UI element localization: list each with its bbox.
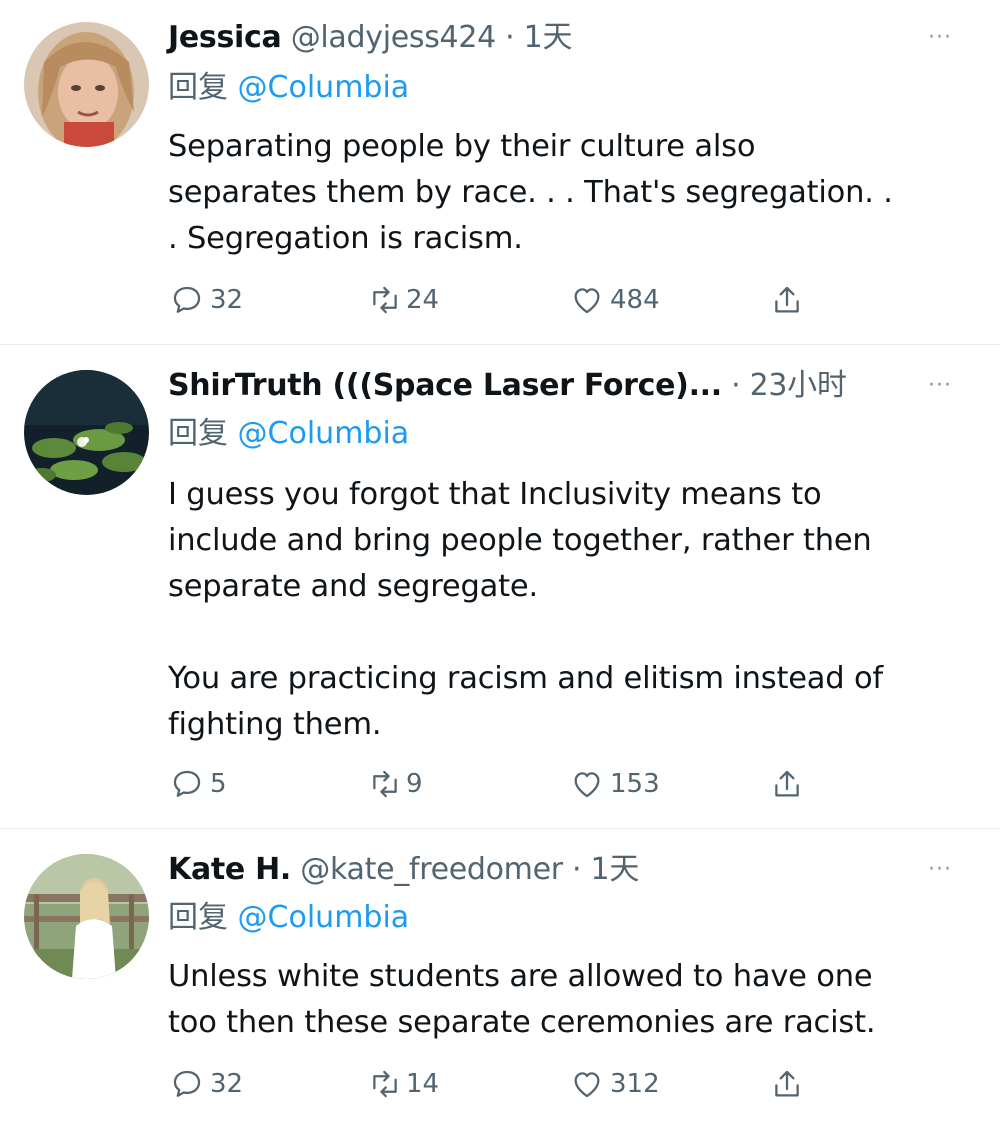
retweet-count: 14 (406, 1069, 440, 1099)
share-button[interactable] (770, 280, 804, 320)
like-button[interactable]: 153 (570, 764, 660, 804)
tweet[interactable]: Jessica @ladyjess424 · 1天 ··· 回复 @Columb… (0, 18, 1000, 338)
reply-count: 32 (210, 1069, 244, 1099)
timestamp[interactable]: 1天 (591, 852, 640, 887)
reply-context: 回复 @Columbia (168, 68, 409, 108)
avatar-image (24, 22, 149, 147)
retweet-count: 9 (406, 769, 423, 799)
avatar[interactable] (24, 370, 149, 495)
divider (0, 828, 1000, 829)
display-name[interactable]: Jessica (168, 20, 282, 55)
share-button[interactable] (770, 764, 804, 804)
speech-bubble-icon (173, 286, 201, 313)
retweet-count: 24 (406, 285, 440, 315)
tweet-text: Unless white students are allowed to hav… (168, 954, 876, 1046)
divider (0, 344, 1000, 345)
share-button[interactable] (770, 1064, 804, 1104)
mention-link[interactable]: @Columbia (238, 900, 410, 935)
text-line: too then these separate ceremonies are r… (168, 1005, 876, 1040)
avatar-image (24, 370, 149, 495)
text-line: separates them by race. . . That's segre… (168, 175, 893, 210)
share-upload-icon (775, 286, 799, 313)
avatar[interactable] (24, 854, 149, 979)
reply-context: 回复 @Columbia (168, 898, 409, 938)
tweet-header: Jessica @ladyjess424 · 1天 (168, 18, 572, 58)
separator: · (572, 852, 582, 887)
retweet-button[interactable]: 24 (368, 280, 439, 320)
reply-context: 回复 @Columbia (168, 414, 409, 454)
reply-button[interactable]: 5 (170, 764, 227, 804)
timestamp[interactable]: 23小时 (750, 368, 847, 403)
separator: · (505, 20, 515, 55)
text-line: . Segregation is racism. (168, 221, 523, 256)
user-handle[interactable]: @ladyjess424 (291, 20, 497, 55)
text-line: separate and segregate. (168, 569, 538, 604)
avatar[interactable] (24, 22, 149, 147)
display-name[interactable]: Kate H. (168, 852, 291, 887)
speech-bubble-icon (173, 770, 201, 797)
more-dots-icon[interactable]: ··· (928, 18, 952, 58)
display-name[interactable]: ShirTruth (((Space Laser Force)... (168, 368, 722, 403)
reply-prefix: 回复 (168, 900, 228, 935)
retweet-arrows-icon (373, 770, 397, 798)
tweet-text: I guess you forgot that Inclusivity mean… (168, 472, 883, 748)
tweet-text: Separating people by their culture also … (168, 124, 893, 262)
text-line: I guess you forgot that Inclusivity mean… (168, 477, 822, 512)
retweet-arrows-icon (373, 286, 397, 314)
text-line: Unless white students are allowed to hav… (168, 959, 873, 994)
tweet-header: Kate H. @kate_freedomer · 1天 (168, 850, 639, 890)
like-count: 484 (610, 285, 660, 315)
share-upload-icon (775, 1070, 799, 1097)
reply-prefix: 回复 (168, 416, 228, 451)
text-line: You are practicing racism and elitism in… (168, 661, 883, 696)
tweet-header: ShirTruth (((Space Laser Force)... · 23小… (168, 366, 908, 406)
retweet-button[interactable]: 14 (368, 1064, 439, 1104)
tweet[interactable]: ShirTruth (((Space Laser Force)... · 23小… (0, 366, 1000, 811)
like-button[interactable]: 312 (570, 1064, 660, 1104)
reply-button[interactable]: 32 (170, 1064, 243, 1104)
text-line: Separating people by their culture also (168, 129, 756, 164)
timestamp[interactable]: 1天 (524, 20, 573, 55)
reply-count: 32 (210, 285, 244, 315)
like-count: 153 (610, 769, 660, 799)
like-count: 312 (610, 1069, 660, 1099)
retweet-arrows-icon (373, 1070, 397, 1098)
text-line: include and bring people together, rathe… (168, 523, 872, 558)
reply-count: 5 (210, 769, 227, 799)
separator: · (731, 368, 741, 403)
reply-prefix: 回复 (168, 70, 228, 105)
tweet[interactable]: Kate H. @kate_freedomer · 1天 ··· 回复 @Col… (0, 850, 1000, 1120)
speech-bubble-icon (173, 1070, 201, 1097)
more-dots-icon[interactable]: ··· (928, 366, 952, 406)
mention-link[interactable]: @Columbia (238, 70, 410, 105)
more-dots-icon[interactable]: ··· (928, 850, 952, 890)
user-handle[interactable]: @kate_freedomer (300, 852, 563, 887)
text-line: fighting them. (168, 707, 382, 742)
avatar-image (24, 854, 149, 979)
like-button[interactable]: 484 (570, 280, 660, 320)
mention-link[interactable]: @Columbia (238, 416, 410, 451)
reply-button[interactable]: 32 (170, 280, 243, 320)
retweet-button[interactable]: 9 (368, 764, 423, 804)
heart-icon (574, 288, 600, 314)
heart-icon (574, 1072, 600, 1098)
share-upload-icon (775, 770, 799, 797)
heart-icon (574, 772, 600, 798)
